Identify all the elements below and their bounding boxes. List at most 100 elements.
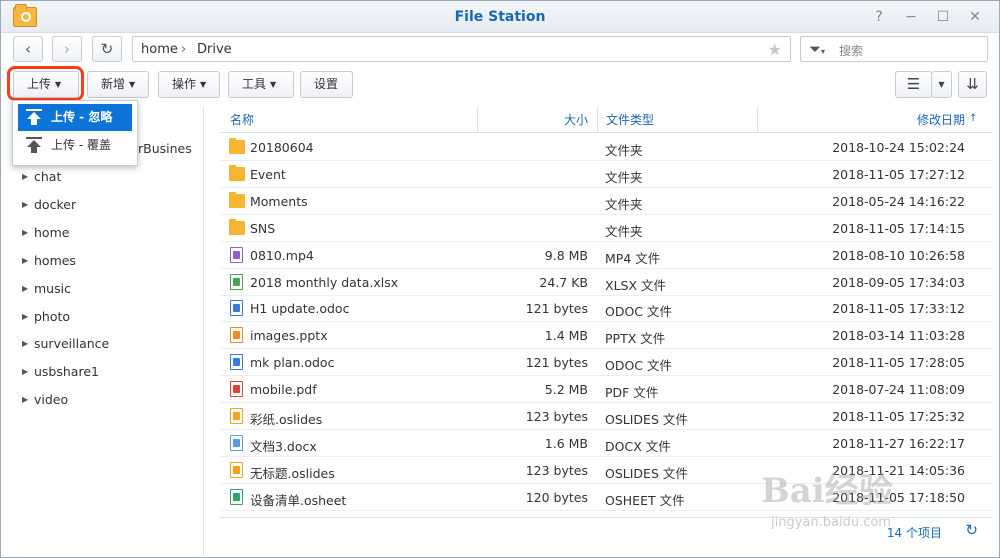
filter-icon[interactable]: ⏷▾ (809, 40, 825, 58)
expand-arrow-icon[interactable]: ▶ (22, 339, 28, 348)
file-size: 1.6 MB (544, 435, 588, 451)
tree-label: photo (34, 309, 71, 324)
refresh-button[interactable]: ↻ (92, 36, 122, 62)
file-type: XLSX 文件 (605, 277, 666, 293)
tree-label: surveillance (34, 336, 110, 351)
tree-item-homes[interactable]: ▶ homes (22, 253, 76, 268)
file-name: 20180604 (250, 140, 314, 155)
file-station-window: File Station ? − ☐ ✕ ‹ › ↻ home › Drive … (0, 0, 1000, 558)
view-mode-dropdown[interactable]: ▼ (931, 71, 952, 98)
sort-icon: ⇊ (966, 75, 979, 93)
table-row[interactable]: SNS 文件夹 2018-11-05 17:14:15 (220, 215, 992, 242)
folder-tree: ▶ chat ▶ docker ▶ home ▶ homes ▶ music ▶ photo… (1, 107, 204, 558)
chevron-left-icon: ‹ (25, 40, 31, 58)
tree-item-partial[interactable]: rBusines (138, 141, 192, 156)
expand-arrow-icon[interactable]: ▶ (22, 312, 28, 321)
back-button[interactable]: ‹ (13, 36, 43, 62)
table-row[interactable]: Event 文件夹 2018-11-05 17:27:12 (220, 161, 992, 188)
tree-item-video[interactable]: ▶ video (22, 392, 68, 407)
file-type: PDF 文件 (605, 385, 659, 401)
forward-button[interactable]: › (52, 36, 82, 62)
table-row[interactable]: 0810.mp4 9.8 MB MP4 文件 2018-08-10 10:26:58 (220, 242, 992, 269)
window-title: File Station (454, 9, 546, 25)
tree-item-docker[interactable]: ▶ docker (22, 197, 76, 212)
chevron-right-icon: › (64, 40, 70, 58)
tree-label: music (34, 281, 71, 296)
action-label: 操作 (172, 77, 197, 91)
tree-item-surveillance[interactable]: ▶ surveillance (22, 336, 110, 351)
expand-arrow-icon[interactable]: ▶ (22, 200, 28, 209)
tree-item-chat[interactable]: ▶ chat (22, 169, 61, 184)
file-size: 123 bytes (525, 462, 588, 478)
maximize-icon[interactable]: ☐ (934, 8, 952, 26)
action-button[interactable]: 操作 ▼ (158, 71, 220, 98)
tree-item-usbshare1[interactable]: ▶ usbshare1 (22, 364, 99, 379)
expand-arrow-icon[interactable]: ▶ (22, 367, 28, 376)
new-button[interactable]: 新增 ▼ (87, 71, 149, 98)
table-row[interactable]: 文档3.docx 1.6 MB DOCX 文件 2018-11-27 16:22:17 (220, 430, 992, 457)
table-row[interactable]: mobile.pdf 5.2 MB PDF 文件 2018-07-24 11:08:0… (220, 376, 992, 404)
document-icon (230, 354, 243, 371)
table-row[interactable]: H1 update.odoc 121 bytes ODOC 文件 2018-11-05… (220, 295, 992, 323)
file-type: OSLIDES 文件 (605, 465, 688, 481)
word-icon (230, 434, 243, 451)
sort-button[interactable]: ⇊ (958, 71, 987, 98)
file-type: ODOC 文件 (605, 304, 673, 320)
search-input[interactable]: ⏷▾ 搜索 (800, 36, 988, 62)
file-modified: 2018-11-05 17:28:05 (832, 355, 965, 371)
file-size: 123 bytes (525, 409, 588, 424)
view-mode-button[interactable]: ☰ (895, 71, 932, 98)
column-header-name[interactable]: 名称 (230, 111, 254, 128)
menu-item-upload-skip[interactable]: 上传 - 忽略 (18, 104, 132, 131)
table-row[interactable]: 彩纸.oslides 123 bytes OSLIDES 文件 2018-11-05 … (220, 403, 992, 430)
slides-icon (230, 408, 243, 424)
file-modified: 2018-09-05 17:34:03 (832, 274, 965, 290)
file-type: OSHEET 文件 (605, 492, 685, 508)
file-modified: 2018-11-05 17:27:12 (832, 166, 965, 182)
refresh-icon[interactable]: ↻ (965, 521, 978, 539)
highlight-annotation (7, 66, 84, 101)
table-row[interactable]: mk plan.odoc 121 bytes ODOC 文件 2018-11-05 1… (220, 349, 992, 377)
table-row[interactable]: Moments 文件夹 2018-05-24 14:16:22 (220, 188, 992, 215)
scrollbar[interactable] (994, 107, 999, 513)
expand-arrow-icon[interactable]: ▶ (22, 256, 28, 265)
file-size: 120 bytes (525, 489, 588, 505)
help-icon[interactable]: ? (870, 8, 888, 26)
slides-icon (230, 461, 243, 478)
star-icon[interactable]: ★ (768, 40, 782, 59)
breadcrumb-home[interactable]: home (141, 42, 178, 57)
minimize-icon[interactable]: − (902, 8, 920, 26)
file-name: 彩纸.oslides (250, 412, 323, 427)
file-size: 5.2 MB (544, 382, 588, 398)
breadcrumb-drive[interactable]: Drive (197, 42, 232, 57)
folder-icon (229, 191, 245, 208)
file-name: H1 update.odoc (250, 301, 350, 317)
expand-arrow-icon[interactable]: ▶ (22, 228, 28, 237)
tree-item-home[interactable]: ▶ home (22, 225, 69, 240)
tree-item-music[interactable]: ▶ music (22, 281, 71, 296)
table-row[interactable]: 20180604 文件夹 2018-10-24 15:02:24 (220, 134, 992, 161)
baidu-watermark-url: jingyan.baidu.com (771, 515, 891, 530)
close-icon[interactable]: ✕ (966, 8, 984, 26)
refresh-icon: ↻ (100, 40, 114, 58)
list-view-icon: ☰ (906, 75, 921, 93)
file-type: 文件夹 (605, 143, 643, 158)
table-row[interactable]: 2018 monthly data.xlsx 24.7 KB XLSX 文件 2018… (220, 269, 992, 296)
path-bar[interactable]: home › Drive ★ (132, 36, 791, 62)
baidu-watermark: Bai经验 (761, 471, 893, 511)
search-placeholder: 搜索 (839, 44, 864, 58)
expand-arrow-icon[interactable]: ▶ (22, 284, 28, 293)
table-row[interactable]: images.pptx 1.4 MB PPTX 文件 2018-03-14 11:03… (220, 322, 992, 350)
file-type: ODOC 文件 (605, 358, 673, 374)
upload-menu: 上传 - 忽略 上传 - 覆盖 (12, 100, 138, 166)
expand-arrow-icon[interactable]: ▶ (22, 395, 28, 404)
menu-item-upload-overwrite[interactable]: 上传 - 覆盖 (18, 132, 132, 159)
tree-item-photo[interactable]: ▶ photo (22, 309, 71, 324)
settings-button[interactable]: 设置 (300, 71, 353, 98)
column-header-modified[interactable]: 修改日期 (917, 111, 965, 128)
file-type: PPTX 文件 (605, 331, 666, 347)
tools-button[interactable]: 工具 ▼ (228, 71, 294, 98)
column-header-type[interactable]: 文件类型 (606, 111, 654, 128)
column-header-size[interactable]: 大小 (564, 111, 588, 128)
expand-arrow-icon[interactable]: ▶ (22, 172, 28, 181)
